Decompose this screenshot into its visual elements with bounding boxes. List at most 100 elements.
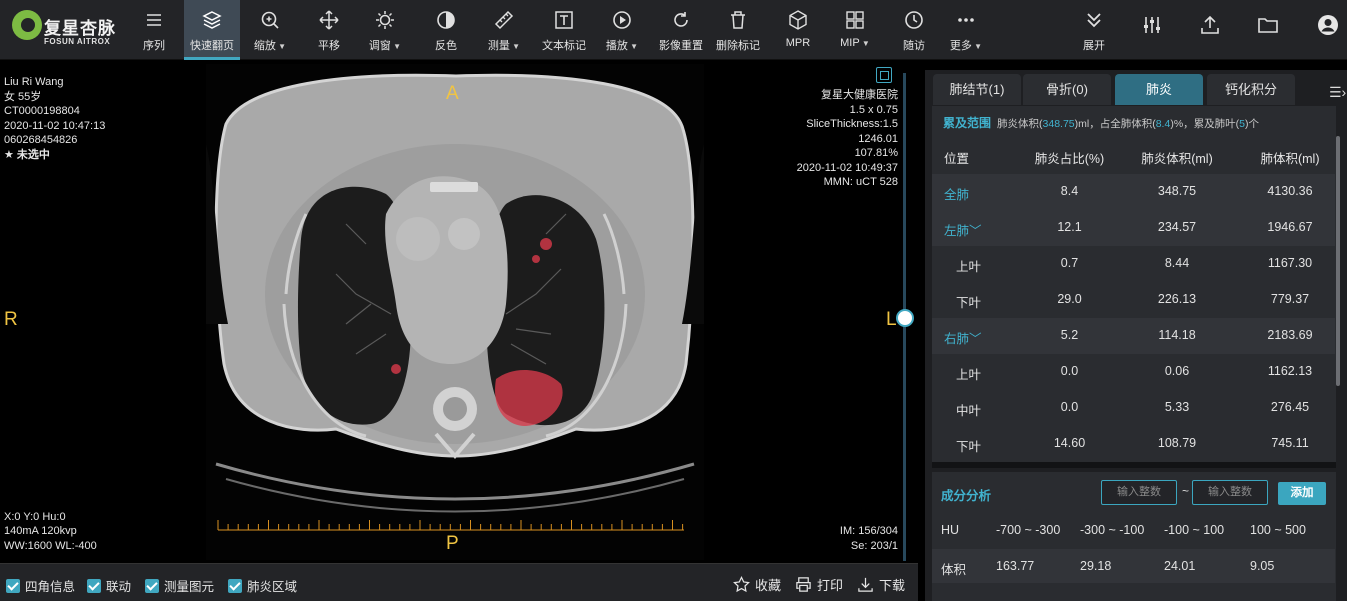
row-location[interactable]: 全肺 bbox=[944, 184, 969, 203]
delete-mark-button[interactable]: 删除标记 bbox=[710, 0, 766, 60]
row-volume: 8.44 bbox=[1164, 256, 1190, 270]
quick-page-button[interactable]: 快速翻页 bbox=[184, 0, 240, 60]
zoom-in-icon bbox=[242, 9, 298, 35]
row-ratio: 0.0 bbox=[1060, 400, 1079, 414]
pan-button[interactable]: 平移 bbox=[301, 0, 357, 60]
row-lung-volume: 4130.36 bbox=[1267, 184, 1313, 198]
invert-button[interactable]: 反色 bbox=[418, 0, 474, 60]
table-row: 下叶 29.0 226.13 779.37 bbox=[932, 282, 1335, 318]
mpr-button[interactable]: MPR bbox=[770, 0, 826, 60]
double-chevron-down-icon bbox=[1070, 9, 1118, 35]
caret-down-icon: ▼ bbox=[509, 42, 521, 51]
image-reset-button[interactable]: 影像重置 bbox=[653, 0, 709, 60]
pneumonia-region-checkbox[interactable]: 肺炎区域 bbox=[228, 576, 297, 595]
measure-label: 测量 ▼ bbox=[487, 40, 521, 52]
playback-button[interactable]: 播放 ▼ bbox=[594, 0, 650, 60]
orientation-left: R bbox=[4, 309, 18, 330]
row-ratio: 14.60 bbox=[1053, 436, 1086, 450]
zoom-level: 107.81% bbox=[854, 147, 898, 159]
add-range-button[interactable]: 添加 bbox=[1278, 482, 1326, 505]
folder-icon bbox=[1244, 14, 1292, 40]
tab-menu-icon[interactable]: ☰› bbox=[1329, 84, 1346, 101]
zoom-label: 缩放 ▼ bbox=[253, 40, 287, 52]
table-row[interactable]: 左肺﹀ 12.1 234.57 1946.67 bbox=[932, 210, 1335, 246]
row-ratio: 5.2 bbox=[1060, 328, 1079, 342]
series-button[interactable]: 序列 bbox=[126, 0, 182, 60]
row-volume: 0.06 bbox=[1164, 364, 1190, 378]
window-level-label: 调窗 ▼ bbox=[368, 40, 402, 52]
bottom-right-info: IM: 156/304 Se: 203/1 bbox=[840, 524, 898, 553]
quick-page-label: 快速翻页 bbox=[190, 40, 234, 52]
text-mark-label: 文本标记 bbox=[542, 40, 586, 52]
image-viewport[interactable]: A P R L Liu Ri Wang 女 55岁 CT0000198804 2… bbox=[0, 61, 918, 563]
print-button[interactable]: 打印 bbox=[795, 575, 843, 594]
tab-pneumonia[interactable]: 肺炎 bbox=[1115, 74, 1203, 105]
expand-button[interactable]: 展开 bbox=[1070, 0, 1118, 60]
caret-down-icon: ▼ bbox=[971, 42, 983, 51]
download-button[interactable]: 下载 bbox=[857, 575, 905, 594]
fosun-aitrox-logo: 复星杏脉 FOSUN AITROX bbox=[12, 8, 124, 50]
row-ratio: 8.4 bbox=[1060, 184, 1079, 198]
patient-id: CT0000198804 bbox=[4, 105, 80, 117]
corner-info-checkbox[interactable]: 四角信息 bbox=[6, 576, 75, 595]
orientation-right: L bbox=[886, 309, 897, 330]
measure-button[interactable]: 测量 ▼ bbox=[476, 0, 532, 60]
delete-mark-label: 删除标记 bbox=[716, 40, 760, 52]
favorite-status[interactable]: ★ 未选中 bbox=[4, 148, 105, 163]
window-level: WW:1600 WL:-400 bbox=[4, 539, 97, 552]
user-icon bbox=[1304, 14, 1347, 40]
patient-name: Liu Ri Wang bbox=[4, 76, 64, 88]
ct-image[interactable] bbox=[206, 64, 704, 560]
tab-nodule[interactable]: 肺结节(1) bbox=[933, 74, 1021, 105]
more-icon bbox=[938, 9, 994, 35]
hospital-name: 复星大健康医院 bbox=[821, 89, 898, 101]
upload-button[interactable] bbox=[1186, 0, 1234, 60]
row-volume: 234.57 bbox=[1157, 220, 1197, 234]
table-row: 上叶 0.7 8.44 1167.30 bbox=[932, 246, 1335, 282]
settings-sliders-button[interactable] bbox=[1128, 0, 1176, 60]
slice-location: 1246.01 bbox=[858, 132, 898, 145]
sliders-icon bbox=[1128, 14, 1176, 40]
volume-row: 体积 163.77 29.18 24.01 9.05 bbox=[932, 549, 1335, 583]
tab-calcium-score[interactable]: 钙化积分 bbox=[1207, 74, 1295, 105]
row-location[interactable]: 右肺﹀ bbox=[944, 328, 982, 347]
checkbox-checked-icon bbox=[6, 578, 20, 593]
row-location[interactable]: 左肺﹀ bbox=[944, 220, 982, 239]
mip-button[interactable]: MIP ▼ bbox=[827, 0, 883, 60]
window-level-button[interactable]: 调窗 ▼ bbox=[357, 0, 413, 60]
folder-button[interactable] bbox=[1244, 0, 1292, 60]
sun-icon bbox=[357, 9, 413, 35]
row-ratio: 29.0 bbox=[1057, 292, 1082, 306]
text-icon bbox=[536, 9, 592, 35]
row-lung-volume: 779.37 bbox=[1270, 292, 1310, 306]
caret-down-icon: ▼ bbox=[859, 39, 870, 48]
sync-checkbox[interactable]: 联动 bbox=[87, 576, 131, 595]
history-icon bbox=[886, 9, 942, 35]
printer-icon bbox=[796, 577, 811, 592]
user-account-button[interactable] bbox=[1304, 0, 1347, 60]
table-row[interactable]: 全肺 8.4 348.75 4130.36 bbox=[932, 174, 1335, 210]
follow-up-button[interactable]: 随访 bbox=[886, 0, 942, 60]
text-mark-button[interactable]: 文本标记 bbox=[536, 0, 592, 60]
involvement-summary: 累及范围 肺炎体积(348.75)ml，占全肺体积(8.4)%，累及肺叶(5)个 bbox=[943, 116, 1260, 130]
star-icon bbox=[733, 576, 750, 593]
row-lung-volume: 2183.69 bbox=[1267, 328, 1313, 342]
tab-fracture[interactable]: 骨折(0) bbox=[1023, 74, 1111, 105]
measurement-checkbox[interactable]: 测量图元 bbox=[145, 576, 214, 595]
table-header-row: 位置 肺炎占比(%) 肺炎体积(ml) 肺体积(ml) bbox=[944, 152, 1320, 166]
zoom-button[interactable]: 缩放 ▼ bbox=[242, 0, 298, 60]
slice-slider-thumb[interactable] bbox=[896, 309, 914, 327]
row-location: 下叶 bbox=[956, 440, 982, 454]
list-icon bbox=[126, 9, 182, 35]
screenshot-icon[interactable] bbox=[876, 67, 892, 83]
hu-min-input[interactable]: 输入整数 bbox=[1101, 480, 1177, 505]
favorite-button[interactable]: 收藏 bbox=[733, 575, 781, 594]
row-volume: 348.75 bbox=[1157, 184, 1197, 198]
hu-max-input[interactable]: 输入整数 bbox=[1192, 480, 1268, 505]
row-ratio: 0.0 bbox=[1060, 364, 1079, 378]
row-volume: 114.18 bbox=[1158, 328, 1196, 342]
table-row[interactable]: 右肺﹀ 5.2 114.18 2183.69 bbox=[932, 318, 1335, 354]
more-button[interactable]: 更多 ▼ bbox=[938, 0, 994, 60]
table-scrollbar-thumb[interactable] bbox=[1336, 136, 1340, 386]
accession-number: 060268454826 bbox=[4, 134, 78, 146]
